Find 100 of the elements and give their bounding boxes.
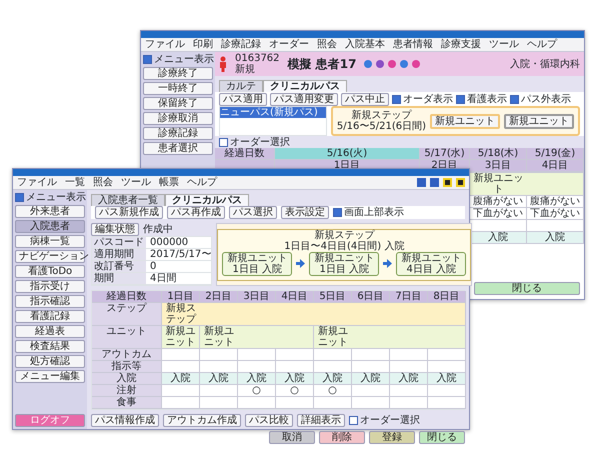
sidebar-button[interactable]: メニュー編集 <box>15 370 85 383</box>
menu-item[interactable]: 帳票 <box>159 177 179 188</box>
checkbox[interactable]: オーダー選択 <box>219 136 290 148</box>
tab[interactable]: クリニカルパス <box>165 194 249 206</box>
toolbar-button[interactable]: パス新規作成 <box>95 206 163 219</box>
checkbox[interactable]: メニュー表示 <box>143 54 213 65</box>
edit-state-button[interactable]: 編集状態 <box>91 223 139 236</box>
sidebar-button[interactable]: 指示受け <box>15 280 85 293</box>
table-cell <box>428 326 466 349</box>
unit-box[interactable]: 新規ユニット <box>504 114 574 128</box>
day-header: 2日目 <box>200 291 238 303</box>
unit-box[interactable]: 新規ユニット 4日目 入院 <box>396 252 466 276</box>
table-cell: 入院 <box>352 373 390 385</box>
checkbox[interactable]: オーダ表示 <box>392 94 453 104</box>
menu-item[interactable]: ヘルプ <box>527 39 557 50</box>
unit-box[interactable]: 新規ユニット <box>430 114 500 128</box>
save-button[interactable]: 登録 <box>369 431 415 444</box>
menu-item[interactable]: ツール <box>489 39 519 50</box>
table-cell: ○ <box>276 385 314 397</box>
table-cell <box>314 361 352 373</box>
day-header: 1日目 <box>162 291 200 303</box>
checkbox[interactable]: 画面上部表示 <box>333 207 404 218</box>
unit-title: 新規ユニット <box>314 252 374 264</box>
row-label: アウトカム <box>92 349 162 361</box>
sidebar-button[interactable]: 処方確認 <box>15 355 85 368</box>
checkbox[interactable]: メニュー表示 <box>15 192 85 203</box>
sidebar-button[interactable]: 病棟一覧 <box>15 235 85 248</box>
table-cell: 新規ユニット <box>200 326 238 349</box>
path-button[interactable]: パス適用 <box>219 92 267 106</box>
unit-box[interactable]: 新規ユニット 1日目 入院 <box>222 252 292 276</box>
square-icon[interactable] <box>456 178 465 187</box>
day-header: 5日目 <box>314 291 352 303</box>
toolbar-button[interactable]: パス選択 <box>229 206 277 219</box>
tab[interactable]: クリニカルパス <box>263 80 347 92</box>
sidebar-button[interactable]: 指示確認 <box>15 295 85 308</box>
function-button[interactable]: パス比較 <box>245 414 293 427</box>
table-cell <box>390 361 428 373</box>
menu-item[interactable]: ファイル <box>17 177 57 188</box>
sidebar-button[interactable]: 一時終了 <box>143 82 213 95</box>
checkbox[interactable]: オーダー選択 <box>349 415 420 426</box>
sidebar-button[interactable]: 経過表 <box>15 325 85 338</box>
table-cell <box>314 397 352 409</box>
checkbox[interactable]: パス外表示 <box>510 94 571 104</box>
table-cell <box>352 397 390 409</box>
menu-item[interactable]: 診療記録 <box>221 39 261 50</box>
sidebar-button[interactable]: 患者選択 <box>143 142 213 155</box>
cancel-button[interactable]: 取消 <box>269 431 315 444</box>
day-header: 3日目 <box>470 160 527 172</box>
arrow-icon <box>296 259 306 268</box>
list-item[interactable]: ニューパス(新規パス) <box>220 107 326 118</box>
function-button[interactable]: パス情報作成 <box>91 414 159 427</box>
menu-item[interactable]: 印刷 <box>193 39 213 50</box>
menu-item[interactable]: 診療支援 <box>441 39 481 50</box>
sidebar-button[interactable]: 診療取消 <box>143 112 213 125</box>
menu-item[interactable]: 入院基本 <box>345 39 385 50</box>
sidebar-button[interactable]: 診療終了 <box>143 67 213 80</box>
day-header: 6日目 <box>352 291 390 303</box>
table-cell <box>238 397 276 409</box>
tab[interactable]: カルテ <box>219 80 263 92</box>
menu-item[interactable]: ファイル <box>145 39 185 50</box>
table-cell <box>276 361 314 373</box>
sidebar-button[interactable]: 診療記録 <box>143 127 213 140</box>
menu-item[interactable]: 一覧 <box>65 177 85 188</box>
menu-item[interactable]: 患者情報 <box>393 39 433 50</box>
path-button[interactable]: パス適用変更 <box>270 92 338 106</box>
arrow-icon <box>383 259 392 268</box>
path-button[interactable]: パス中止 <box>341 92 389 106</box>
step-title: 新規ステップ <box>314 230 374 240</box>
sidebar-button[interactable]: 保留終了 <box>143 97 213 110</box>
menu-item[interactable]: 照会 <box>93 177 113 188</box>
edit-state: 作成中 <box>143 224 173 235</box>
sidebar-button[interactable]: 看護ToDo <box>15 265 85 278</box>
delete-button[interactable]: 削除 <box>319 431 365 444</box>
step-period: 5/16〜5/21(6日間) <box>336 121 426 132</box>
close-button[interactable]: 閉じる <box>474 282 580 295</box>
sidebar-button[interactable]: 外来患者 <box>15 205 85 218</box>
sidebar-button[interactable]: 入院患者 <box>15 220 85 233</box>
toolbar-button[interactable]: 表示設定 <box>281 206 329 219</box>
table-cell <box>162 349 200 361</box>
table-cell: 入院 <box>470 232 527 244</box>
function-button[interactable]: 詳細表示 <box>297 414 345 427</box>
unit-box[interactable]: 新規ユニット 1日目 入院 <box>309 252 380 276</box>
row-label: 指示等 <box>92 361 162 373</box>
square-icon[interactable] <box>443 178 452 187</box>
table-cell <box>276 397 314 409</box>
function-button[interactable]: アウトカム作成 <box>163 414 241 427</box>
sidebar-button[interactable]: 看護記録 <box>15 310 85 323</box>
toolbar-button[interactable]: パス再作成 <box>167 206 225 219</box>
info-label: 改訂番号 <box>92 261 146 272</box>
menu-item[interactable]: 照会 <box>317 39 337 50</box>
menu-item[interactable]: オーダー <box>269 39 309 50</box>
menu-item[interactable]: ツール <box>121 177 151 188</box>
menu-item[interactable]: ヘルプ <box>187 177 217 188</box>
close-button[interactable]: 閉じる <box>419 431 465 444</box>
sidebar-button[interactable]: 検査結果 <box>15 340 85 353</box>
table-cell: 入院 <box>200 373 238 385</box>
day-header: 4日目 <box>276 291 314 303</box>
tab[interactable]: 入院患者一覧 <box>91 194 165 206</box>
step-title: 新規ステップ <box>350 110 413 121</box>
checkbox[interactable]: 看護表示 <box>456 94 507 104</box>
